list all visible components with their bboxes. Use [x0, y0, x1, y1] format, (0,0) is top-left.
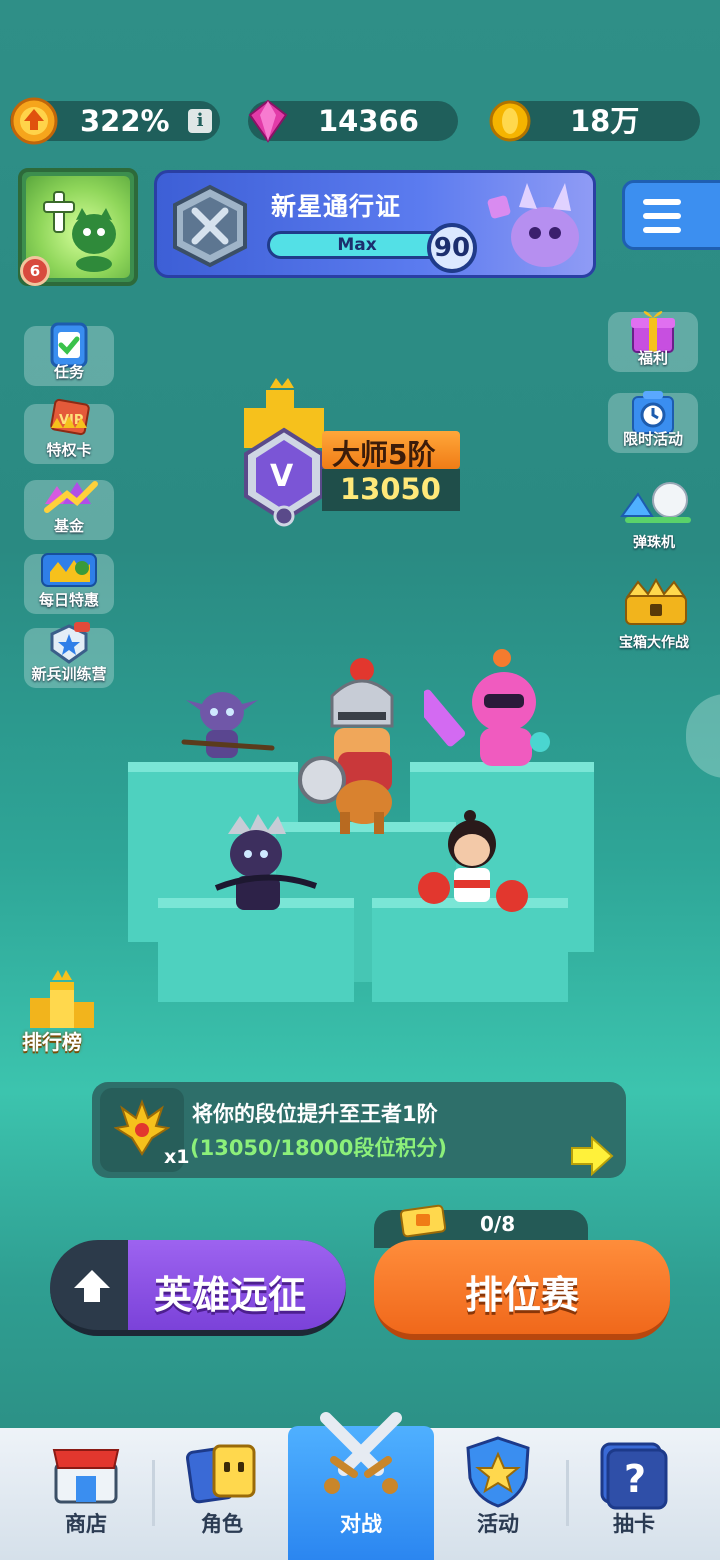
ranked-match-label: 排位赛	[464, 1273, 579, 1317]
pinball-label: 弹珠机	[633, 535, 675, 551]
rank-tier-letter: V	[270, 459, 294, 494]
hero-expedition-label: 英雄远征	[154, 1273, 307, 1317]
knight-character[interactable]	[294, 656, 406, 836]
rank-score: 13050	[340, 472, 441, 506]
timed-event-button[interactable]: 限时活动	[608, 391, 698, 453]
energy-rate-value: 322%	[80, 104, 170, 138]
mystery-card-icon: ?	[600, 1442, 668, 1510]
nav-gacha[interactable]: ? 抽卡	[562, 1428, 706, 1560]
welfare-label: 福利	[637, 349, 668, 367]
privilege-card-label: 特权卡	[46, 441, 92, 459]
gold-counter[interactable]: 18万	[489, 100, 700, 142]
svg-text:?: ?	[624, 1457, 646, 1501]
tasks-button[interactable]: 任务	[24, 322, 114, 386]
gold-value: 18万	[570, 104, 640, 138]
recruit-camp-button[interactable]: 新兵训练营	[24, 622, 114, 688]
nav-characters[interactable]: 角色	[150, 1428, 294, 1560]
quest-reward-slot: x1	[100, 1088, 189, 1172]
quest-title: 将你的段位提升至王者1阶	[192, 1102, 438, 1126]
leaderboard-trophy-icon[interactable]	[26, 968, 98, 1030]
chest-battle-label: 宝箱大作战	[619, 635, 689, 651]
side-scroll-handle[interactable]	[686, 694, 720, 778]
pass-level-badge: 90	[427, 223, 477, 273]
star-shield-icon	[466, 1436, 530, 1508]
gem-icon	[248, 99, 288, 143]
pass-progress-bar: Max	[267, 231, 447, 259]
nav-battle-label: 对战	[340, 1512, 382, 1536]
info-icon[interactable]: i	[188, 109, 212, 133]
gem-value: 14366	[318, 104, 419, 138]
hero-expedition-button[interactable]: 英雄远征	[50, 1240, 346, 1336]
menu-button[interactable]	[622, 180, 720, 250]
arrow-right-icon[interactable]	[570, 1136, 614, 1176]
leaderboard-label[interactable]: 排行榜	[22, 1026, 82, 1055]
fund-label: 基金	[53, 517, 84, 535]
gold-coin-icon	[489, 100, 531, 142]
rank-quest-bar[interactable]: x1 将你的段位提升至王者1阶 (13050/18000段位积分)	[92, 1082, 626, 1178]
welfare-button[interactable]: 福利	[608, 311, 698, 372]
nav-shop[interactable]: 商店	[14, 1428, 158, 1560]
ranked-match-button[interactable]: 排位赛	[374, 1240, 670, 1340]
nav-shop-label: 商店	[65, 1512, 107, 1536]
nav-characters-label: 角色	[201, 1512, 243, 1536]
nav-battle[interactable]: 对战	[288, 1412, 434, 1560]
elf-archer-character[interactable]	[180, 682, 276, 774]
fund-crystal-icon	[44, 481, 98, 513]
pass-mascot-icon	[487, 183, 579, 267]
golden-emblem-icon	[114, 1099, 170, 1156]
chest-battle-button[interactable]: 宝箱大作战	[606, 578, 702, 651]
characters-icon	[185, 1444, 256, 1504]
daily-deal-button[interactable]: 每日特惠	[24, 553, 114, 614]
pass-title: 新星通行证	[271, 192, 402, 221]
recruit-camp-label: 新兵训练营	[31, 665, 107, 683]
gem-counter[interactable]: 14366	[248, 99, 458, 143]
daily-deal-icon	[41, 553, 97, 587]
quest-progress-text: (13050/18000段位积分)	[190, 1136, 447, 1160]
upgrade-badge-icon	[10, 97, 58, 145]
rank-name: 大师5阶	[332, 438, 436, 471]
dark-elf-character[interactable]	[210, 814, 322, 918]
quest-reward-count: x1	[164, 1146, 190, 1168]
ranked-ticket-count: 0/8	[480, 1212, 516, 1236]
rank-score-box: 13050	[322, 469, 460, 511]
energy-rate-counter[interactable]: 322% i	[10, 97, 220, 145]
pinball-icon	[620, 482, 691, 523]
crossed-swords-icon	[320, 1412, 402, 1494]
privilege-card-button[interactable]: VIP 特权卡	[24, 398, 114, 464]
chest-battle-icon	[625, 578, 687, 625]
daily-deal-label: 每日特惠	[38, 591, 99, 609]
rank-name-box: 大师5阶	[322, 431, 460, 471]
nav-gacha-label: 抽卡	[613, 1512, 655, 1536]
nav-events[interactable]: 活动	[426, 1428, 570, 1560]
timed-event-label: 限时活动	[622, 430, 683, 448]
pinball-button[interactable]: 弹珠机	[606, 480, 702, 551]
arrow-up-icon	[74, 1270, 110, 1302]
vip-card-icon: VIP	[50, 398, 90, 436]
tasks-label: 任务	[53, 363, 84, 381]
ticket-icon	[399, 1204, 447, 1238]
fund-button[interactable]: 基金	[24, 480, 114, 540]
pink-brawler-character[interactable]	[424, 648, 558, 772]
avatar-character-icon	[43, 191, 116, 272]
player-level-badge: 6	[20, 256, 50, 286]
shop-icon	[52, 1449, 120, 1504]
cheerleader-character[interactable]	[414, 808, 534, 918]
recruit-camp-icon	[50, 622, 90, 664]
nav-events-label: 活动	[477, 1512, 519, 1536]
rank-emblem-icon: V	[244, 378, 324, 527]
pass-emblem-icon	[173, 184, 247, 268]
star-pass-banner[interactable]: 新星通行证 Max 90	[154, 170, 596, 278]
